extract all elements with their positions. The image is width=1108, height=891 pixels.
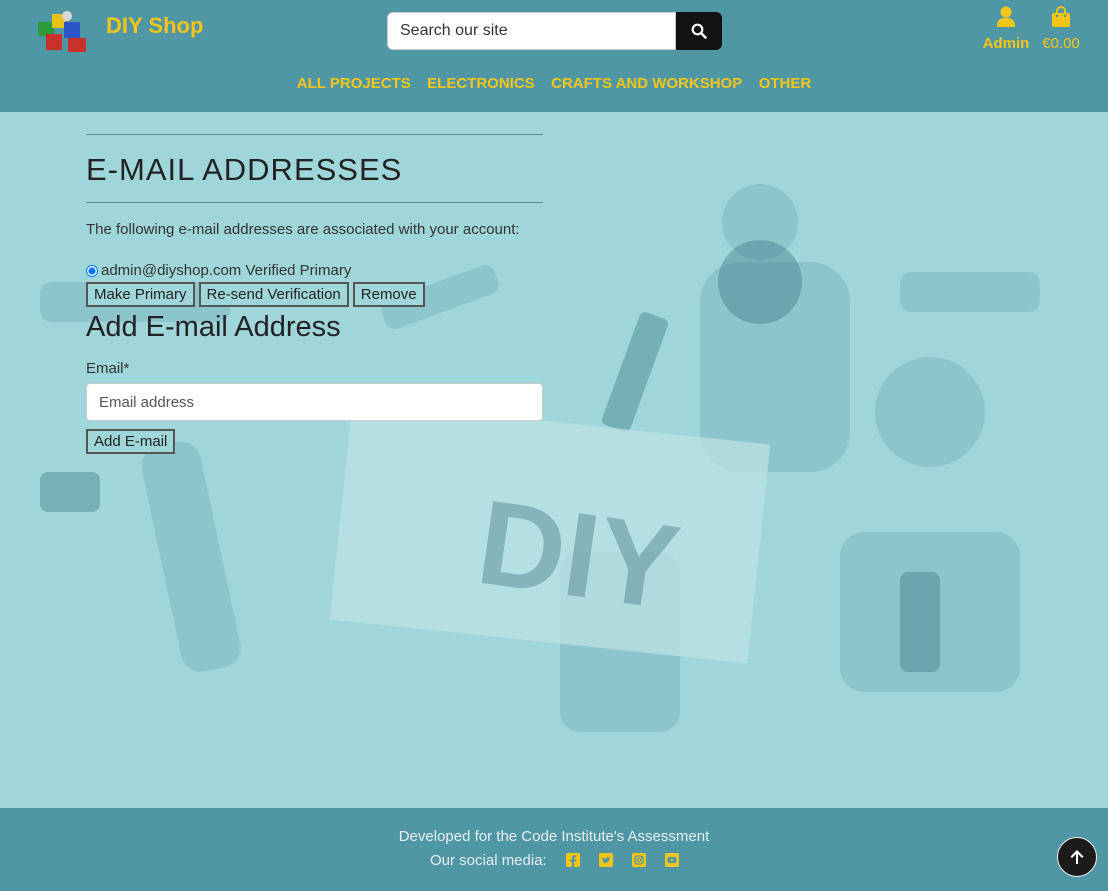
arrow-up-icon — [1070, 850, 1084, 864]
nav-electronics[interactable]: ELECTRONICS — [427, 75, 535, 92]
email-radio[interactable] — [86, 264, 98, 277]
remove-button[interactable]: Remove — [352, 282, 425, 307]
background-art-text: DIY — [470, 475, 687, 636]
account-label: Admin — [982, 35, 1030, 52]
site-header: DIY Shop Admin €0.00 ALL PROJECTS ELECTR… — [0, 0, 1108, 112]
search-input[interactable] — [387, 12, 676, 50]
back-to-top-button[interactable] — [1057, 837, 1097, 877]
main-nav: ALL PROJECTS ELECTRONICS CRAFTS AND WORK… — [0, 75, 1108, 93]
nav-all-projects[interactable]: ALL PROJECTS — [297, 75, 411, 92]
email-field[interactable] — [86, 383, 543, 421]
nav-crafts-and-workshop[interactable]: CRAFTS AND WORKSHOP — [551, 75, 742, 92]
account-menu[interactable]: Admin — [978, 6, 1034, 52]
add-email-heading: Add E-mail Address — [86, 311, 341, 343]
page-title: E-MAIL ADDRESSES — [86, 152, 403, 187]
cart-link[interactable]: €0.00 — [1036, 6, 1086, 52]
cart-total: €0.00 — [1042, 35, 1080, 52]
divider — [86, 134, 543, 135]
youtube-icon[interactable] — [665, 853, 679, 867]
resend-verification-button[interactable]: Re-send Verification — [198, 282, 349, 307]
social-label: Our social media: — [430, 852, 547, 869]
search-icon — [691, 23, 707, 39]
facebook-icon[interactable] — [566, 853, 580, 867]
brand-name[interactable]: DIY Shop — [106, 13, 203, 39]
search-button[interactable] — [676, 12, 722, 50]
email-status: Verified Primary — [245, 262, 352, 279]
instagram-icon[interactable] — [632, 853, 646, 867]
email-settings-panel: E-MAIL ADDRESSES The following e-mail ad… — [86, 134, 543, 454]
add-email-button[interactable]: Add E-mail — [86, 429, 176, 454]
email-field-label: Email* — [86, 360, 130, 377]
make-primary-button[interactable]: Make Primary — [86, 282, 195, 307]
site-footer: Developed for the Code Institute's Asses… — [0, 808, 1108, 891]
twitter-icon[interactable] — [599, 853, 613, 867]
email-actions: Make Primary Re-send Verification Remove — [86, 282, 543, 307]
intro-text: The following e-mail addresses are assoc… — [86, 221, 520, 238]
email-list-item[interactable]: admin@diyshop.com Verified Primary — [86, 262, 543, 279]
search-form — [387, 12, 722, 50]
logo-icon[interactable] — [36, 8, 96, 56]
footer-credit: Developed for the Code Institute's Asses… — [398, 828, 710, 845]
user-icon — [997, 6, 1015, 27]
shopping-bag-icon — [1052, 6, 1070, 27]
nav-other[interactable]: OTHER — [759, 75, 812, 92]
divider — [86, 202, 543, 203]
email-address: admin@diyshop.com — [101, 262, 242, 279]
